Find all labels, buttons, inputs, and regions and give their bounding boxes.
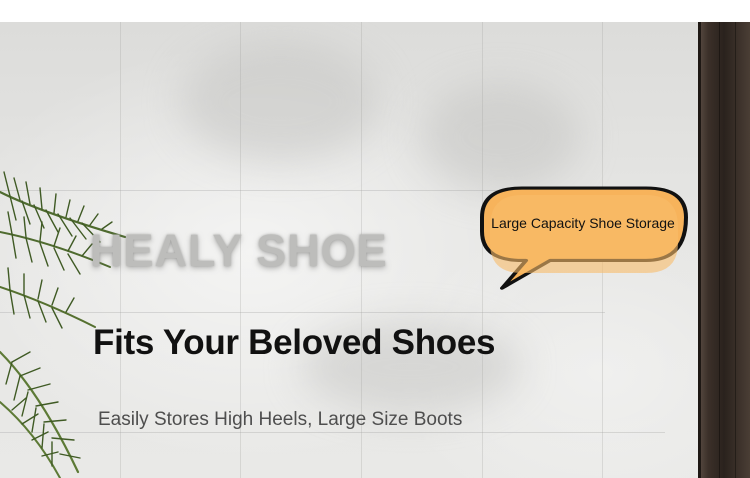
- door-frame-groove: [719, 22, 720, 478]
- headline: Fits Your Beloved Shoes: [93, 323, 496, 362]
- palm-leaf-plant-icon: [0, 171, 127, 478]
- door-frame: [698, 22, 750, 478]
- callout-text: Large Capacity Shoe Storage: [491, 215, 675, 231]
- subheadline: Easily Stores High Heels, Large Size Boo…: [98, 409, 463, 430]
- door-frame-edge: [698, 22, 701, 478]
- marble-vein: [420, 82, 580, 192]
- product-banner-page: HEALY SHOE Large Capacity Shoe Storage F…: [0, 0, 750, 478]
- marble-vein: [180, 42, 380, 162]
- door-frame-groove: [735, 22, 736, 478]
- speech-bubble-icon: [480, 186, 688, 290]
- brand-watermark: HEALY SHOE: [90, 225, 388, 276]
